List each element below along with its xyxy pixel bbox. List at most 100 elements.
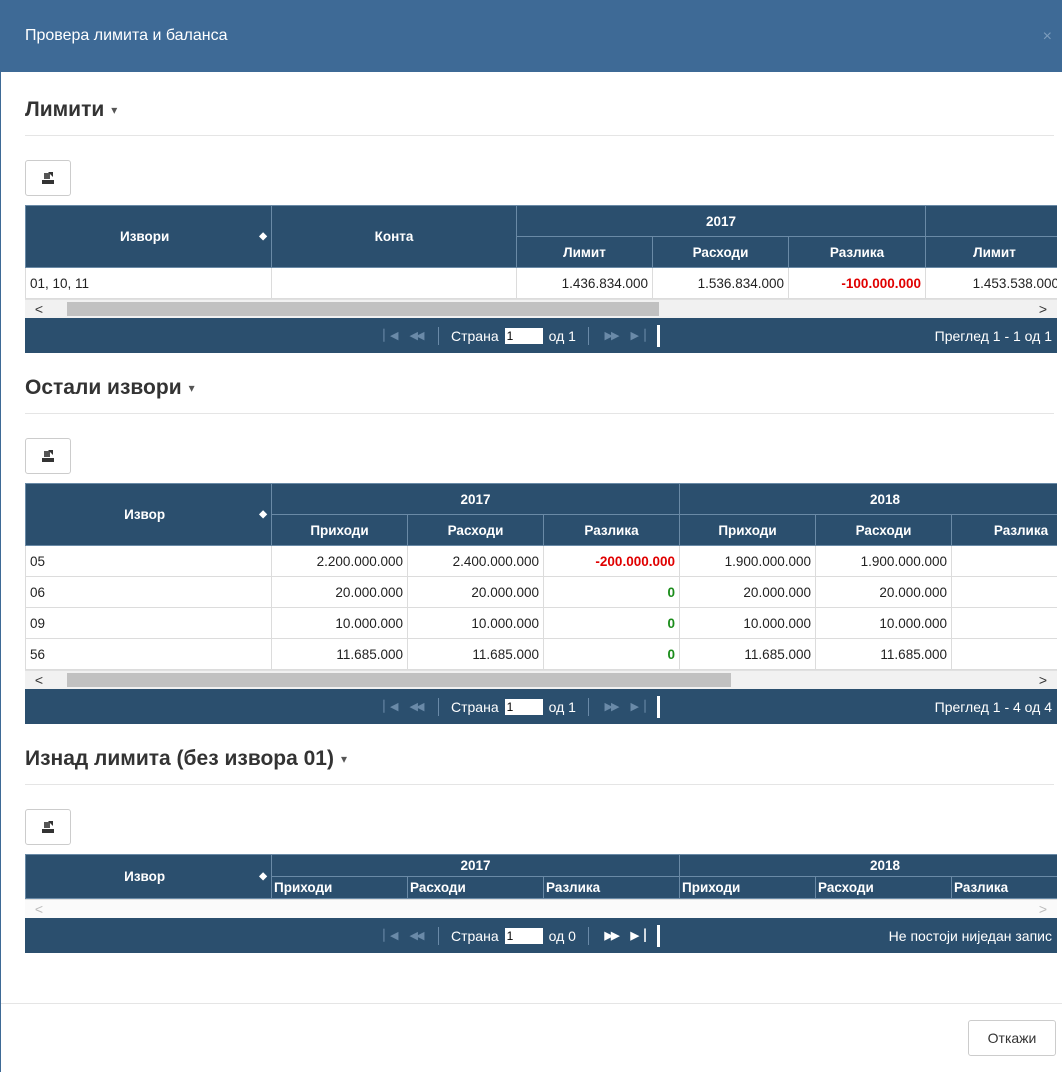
sort-icon: ◆ <box>259 509 267 520</box>
prev-page-icon[interactable]: ◀◀ <box>406 329 426 342</box>
column-header-razlika[interactable]: Разлика <box>788 236 926 268</box>
cell-konta <box>271 267 517 299</box>
column-header-konta[interactable]: Конта <box>271 205 517 268</box>
table-row[interactable]: 56 11.685.000 11.685.000 0 11.685.000 11… <box>25 638 1057 670</box>
over-limit-grid: Извор ◆ 2017 2018 Приходи Расходи Разлика… <box>25 854 1057 953</box>
over-limit-export-button[interactable] <box>25 809 71 845</box>
table-row[interactable]: 06 20.000.000 20.000.000 0 20.000.000 20… <box>25 576 1057 608</box>
column-group-2017: 2017 <box>271 854 680 877</box>
cell-razlika-2018 <box>951 638 1057 670</box>
over-limit-section-title[interactable]: Изнад лимита (без извора 01) ▾ <box>25 747 1054 771</box>
scroll-right-icon[interactable]: > <box>1035 671 1051 689</box>
next-page-icon[interactable]: ▶▶ <box>601 329 621 342</box>
last-page-icon[interactable]: ▶▕ <box>627 700 647 713</box>
page-input[interactable] <box>504 698 543 715</box>
page-count-label: од 1 <box>548 698 576 715</box>
first-page-icon[interactable]: ▏◀ <box>380 929 400 942</box>
column-group-2018: 2018 <box>679 854 1057 877</box>
other-sources-pager: ▏◀ ◀◀ Страна од 1 ▶▶ ▶▕ Преглед 1 - 4 од… <box>25 689 1057 724</box>
scroll-thumb[interactable] <box>67 673 731 687</box>
column-header-izvor[interactable]: Извор ◆ <box>25 483 272 546</box>
cell-rashodi: 11.685.000 <box>407 638 544 670</box>
scroll-right-icon[interactable]: > <box>1035 900 1051 918</box>
cell-razlika: 0 <box>543 638 680 670</box>
other-sources-section-title[interactable]: Остали извори ▾ <box>25 376 1054 400</box>
page-input[interactable] <box>504 327 543 344</box>
divider <box>25 135 1054 136</box>
column-header-rashodi-2018[interactable]: Расходи <box>815 876 952 899</box>
cell-razlika: -100.000.000 <box>788 267 926 299</box>
column-header-prihodi-2018[interactable]: Приходи <box>679 876 816 899</box>
cell-prihodi: 2.200.000.000 <box>271 545 408 577</box>
column-header-izvori[interactable]: Извори ◆ <box>25 205 272 268</box>
table-row[interactable]: 09 10.000.000 10.000.000 0 10.000.000 10… <box>25 607 1057 639</box>
scroll-left-icon[interactable]: < <box>31 300 47 318</box>
horizontal-scrollbar[interactable]: < > <box>25 670 1057 689</box>
column-group-2017: 2017 <box>516 205 926 237</box>
first-page-icon[interactable]: ▏◀ <box>380 700 400 713</box>
cell-razlika-2018 <box>951 576 1057 608</box>
close-icon[interactable]: × <box>1043 28 1052 46</box>
page-label: Страна <box>451 698 499 715</box>
scroll-left-icon[interactable]: < <box>31 900 47 918</box>
prev-page-icon[interactable]: ◀◀ <box>406 700 426 713</box>
limits-section-title[interactable]: Лимити ▾ <box>25 98 1054 122</box>
divider <box>25 413 1054 414</box>
column-group-2017: 2017 <box>271 483 680 515</box>
sort-icon: ◆ <box>259 871 267 882</box>
column-header-rashodi-2018[interactable]: Расходи <box>815 514 952 546</box>
divider <box>25 784 1054 785</box>
page-count-label: од 1 <box>548 327 576 344</box>
column-header-razlika-2018[interactable]: Разлика <box>951 514 1057 546</box>
next-page-icon[interactable]: ▶▶ <box>601 700 621 713</box>
page-input[interactable] <box>504 927 543 944</box>
prev-page-icon[interactable]: ◀◀ <box>406 929 426 942</box>
scroll-right-icon[interactable]: > <box>1035 300 1051 318</box>
cell-razlika-2018 <box>951 607 1057 639</box>
page-label: Страна <box>451 327 499 344</box>
pager-info: Преглед 1 - 1 од 1 <box>934 327 1052 344</box>
limits-export-button[interactable] <box>25 160 71 196</box>
footer-divider <box>1 1003 1062 1004</box>
caret-down-icon: ▾ <box>188 381 195 395</box>
page-label: Страна <box>451 927 499 944</box>
cell-limit-2: 1.453.538.000 <box>925 267 1057 299</box>
next-page-icon[interactable]: ▶▶ <box>601 929 621 942</box>
scroll-left-icon[interactable]: < <box>31 671 47 689</box>
column-group-2018: 2018 <box>679 483 1057 515</box>
table-row[interactable]: 01, 10, 11 1.436.834.000 1.536.834.000 -… <box>25 267 1057 299</box>
other-sources-export-button[interactable] <box>25 438 71 474</box>
column-header-limit-2[interactable]: Лимит <box>925 236 1057 268</box>
column-header-prihodi-2018[interactable]: Приходи <box>679 514 816 546</box>
column-header-limit[interactable]: Лимит <box>516 236 653 268</box>
column-header-razlika[interactable]: Разлика <box>543 514 680 546</box>
first-page-icon[interactable]: ▏◀ <box>380 329 400 342</box>
horizontal-scrollbar[interactable]: < > <box>25 299 1057 318</box>
cancel-button[interactable]: Откажи <box>968 1020 1056 1056</box>
column-header-razlika-2018[interactable]: Разлика <box>951 876 1057 899</box>
cell-prihodi: 10.000.000 <box>271 607 408 639</box>
cell-rashodi: 10.000.000 <box>407 607 544 639</box>
cell-rashodi: 2.400.000.000 <box>407 545 544 577</box>
column-header-razlika[interactable]: Разлика <box>543 876 680 899</box>
column-header-prihodi[interactable]: Приходи <box>271 514 408 546</box>
cell-rashodi: 1.536.834.000 <box>652 267 789 299</box>
column-header-prihodi[interactable]: Приходи <box>271 876 408 899</box>
last-page-icon[interactable]: ▶▕ <box>627 929 647 942</box>
sort-icon: ◆ <box>259 231 267 242</box>
cell-rashodi: 20.000.000 <box>407 576 544 608</box>
column-header-rashodi[interactable]: Расходи <box>652 236 789 268</box>
column-group-next <box>925 205 1057 237</box>
column-header-rashodi[interactable]: Расходи <box>407 514 544 546</box>
cell-razlika: 0 <box>543 607 680 639</box>
cell-prihodi: 11.685.000 <box>271 638 408 670</box>
other-sources-grid: Извор ◆ 2017 2018 Приходи Расходи Разлика… <box>25 483 1057 724</box>
column-header-izvor[interactable]: Извор ◆ <box>25 854 272 899</box>
scroll-thumb[interactable] <box>67 302 659 316</box>
table-row[interactable]: 05 2.200.000.000 2.400.000.000 -200.000.… <box>25 545 1057 577</box>
cell-prihodi-2018: 1.900.000.000 <box>679 545 816 577</box>
last-page-icon[interactable]: ▶▕ <box>627 329 647 342</box>
horizontal-scrollbar[interactable]: < > <box>25 899 1057 918</box>
column-header-rashodi[interactable]: Расходи <box>407 876 544 899</box>
export-icon <box>42 450 54 462</box>
